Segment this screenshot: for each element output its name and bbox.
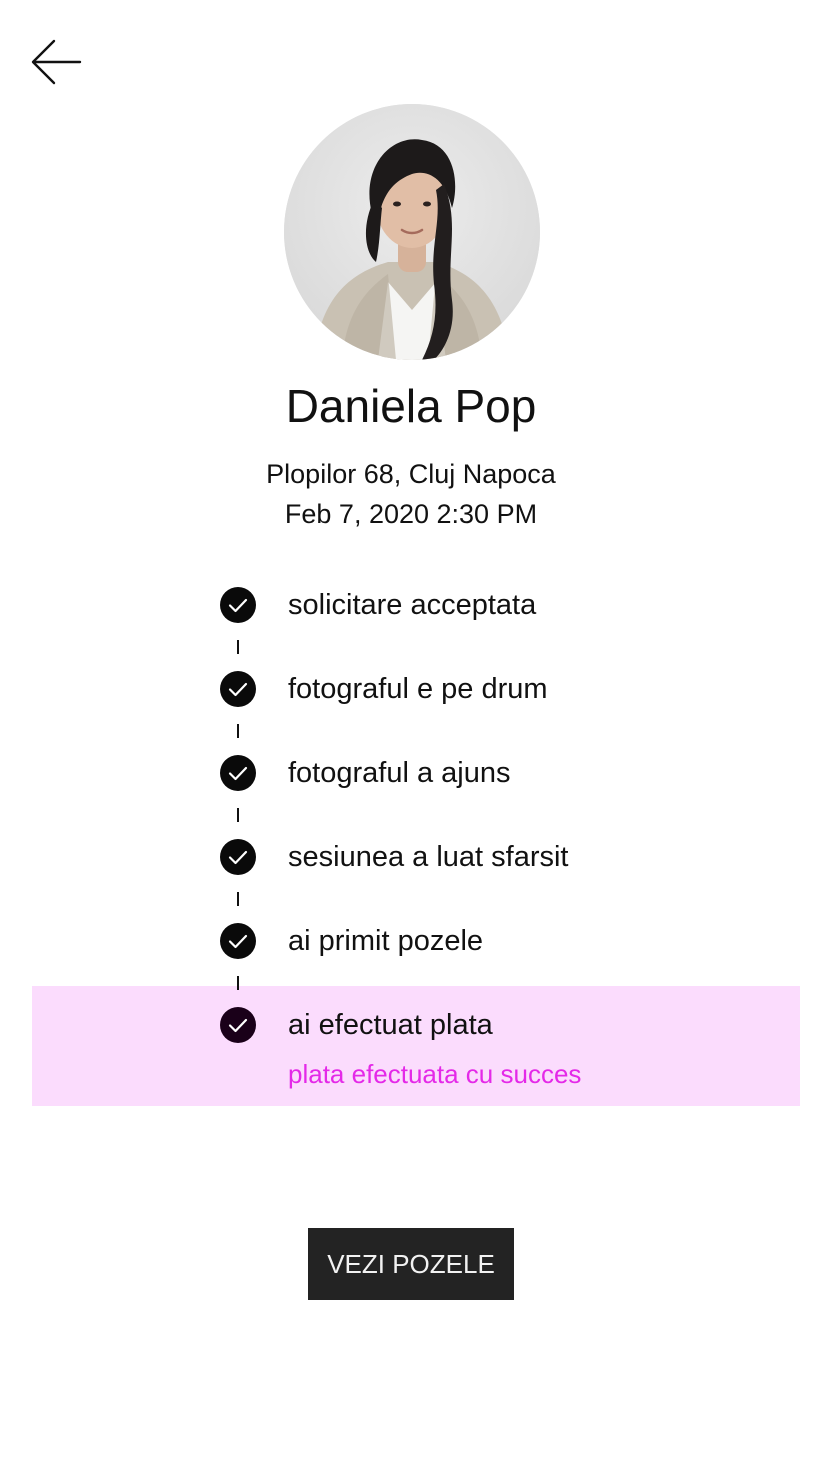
back-button[interactable] — [28, 36, 84, 88]
payment-status-message: plata efectuata cu succes — [288, 1059, 582, 1089]
timeline-connector — [237, 808, 239, 822]
timeline-step-label: sesiunea a luat sfarsit — [288, 841, 569, 873]
session-datetime: Feb 7, 2020 2:30 PM — [284, 499, 538, 529]
timeline-connector — [237, 892, 239, 906]
view-photos-button[interactable]: VEZI POZELE — [308, 1228, 514, 1300]
check-circle-icon — [220, 1007, 256, 1043]
session-address: Plopilor 68, Cluj Napoca — [266, 459, 556, 489]
arrow-left-icon — [28, 36, 84, 88]
timeline-step-active: ai efectuat plata — [220, 1006, 780, 1046]
timeline-step: fotograful e pe drum — [220, 670, 780, 710]
timeline-connector — [237, 640, 239, 654]
timeline-step: fotograful a ajuns — [220, 754, 780, 794]
timeline-connector — [237, 976, 239, 990]
check-circle-icon — [220, 923, 256, 959]
timeline-step-label: solicitare acceptata — [288, 589, 537, 621]
timeline-connector — [237, 724, 239, 738]
timeline-step-label: fotograful a ajuns — [288, 757, 511, 789]
timeline-step-label: ai primit pozele — [288, 925, 484, 957]
customer-name: Daniela Pop — [285, 380, 537, 432]
check-circle-icon — [220, 587, 256, 623]
timeline-step: sesiunea a luat sfarsit — [220, 838, 780, 878]
check-circle-icon — [220, 755, 256, 791]
timeline-step-label: fotograful e pe drum — [288, 673, 548, 705]
check-circle-icon — [220, 671, 256, 707]
timeline-step-label: ai efectuat plata — [288, 1009, 493, 1041]
check-circle-icon — [220, 839, 256, 875]
timeline-step: solicitare acceptata — [220, 586, 780, 626]
timeline-step: ai primit pozele — [220, 922, 780, 962]
avatar — [284, 104, 540, 360]
